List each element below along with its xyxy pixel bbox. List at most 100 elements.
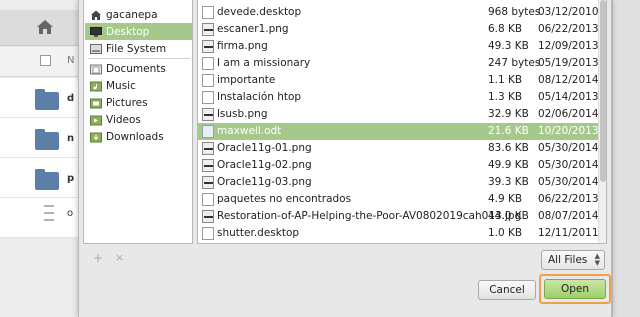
file-date: 12/09/2013 — [538, 40, 599, 52]
sidebar-item-label: Desktop — [106, 25, 150, 38]
file-date: 10/20/2013 — [538, 125, 599, 137]
image-icon — [202, 40, 214, 53]
file-chooser-dialog: gacanepa Desktop File System Documents M… — [78, 0, 612, 317]
sidebar-item-downloads[interactable]: Downloads — [85, 128, 192, 145]
pictures-folder-icon — [90, 98, 102, 108]
file-size: 1.1 KB — [488, 74, 523, 86]
file-name: escaner1.png — [217, 23, 289, 35]
text-file-icon — [202, 91, 214, 104]
file-date: 02/06/2014 — [538, 108, 599, 120]
file-size: 4.9 KB — [488, 193, 523, 205]
file-date: 06/22/2013 — [538, 193, 599, 205]
file-row[interactable]: Oracle11g-03.png 39.3 KB 05/30/2014 — [198, 174, 599, 191]
file-list-scrollbar[interactable] — [598, 0, 606, 243]
file-row[interactable]: shutter.desktop 1.0 KB 12/11/2011 — [198, 225, 599, 242]
sidebar-item-music[interactable]: Music — [85, 77, 192, 94]
file-date: 05/30/2014 — [538, 176, 599, 188]
desktop-icon — [90, 26, 102, 37]
file-row[interactable]: Oracle11g-01.png 83.6 KB 05/30/2014 — [198, 140, 599, 157]
file-row[interactable]: Restoration-of-AP-Helping-the-Poor-AV080… — [198, 208, 599, 225]
file-row[interactable]: lsusb.png 32.9 KB 02/06/2014 — [198, 106, 599, 123]
file-row[interactable]: escaner1.png 6.8 KB 06/22/2013 — [198, 21, 599, 38]
background-row-label: d — [67, 93, 75, 104]
file-row[interactable]: firma.png 49.3 KB 12/09/2013 — [198, 38, 599, 55]
scrollbar-thumb[interactable] — [600, 0, 606, 182]
sidebar-item-videos[interactable]: Videos — [85, 111, 192, 128]
image-icon — [202, 142, 214, 155]
text-file-icon — [202, 193, 214, 206]
remove-bookmark-button[interactable]: × — [115, 251, 124, 264]
folder-icon — [35, 129, 59, 150]
file-name: paquetes no encontrados — [217, 193, 352, 205]
file-row[interactable]: maxwell.odt 21.6 KB 10/20/2013 — [198, 123, 599, 140]
file-name: importante — [217, 74, 276, 86]
settings-lines-icon — [44, 205, 54, 221]
file-row[interactable]: paquetes no encontrados 4.9 KB 06/22/2013 — [198, 191, 599, 208]
sidebar-item-home[interactable]: gacanepa — [85, 6, 192, 23]
sidebar-separator — [88, 58, 190, 59]
image-icon — [202, 210, 214, 223]
home-icon[interactable] — [34, 17, 56, 37]
file-row[interactable]: importante 1.1 KB 08/12/2014 — [198, 72, 599, 89]
background-row-label: p — [67, 173, 75, 184]
sidebar-item-label: gacanepa — [106, 8, 158, 21]
file-type-filter-label: All Files — [548, 254, 588, 266]
file-date: 12/11/2011 — [538, 227, 599, 239]
file-name: devede.desktop — [217, 6, 302, 18]
file-name: lsusb.png — [217, 108, 268, 120]
harddisk-icon — [90, 43, 102, 54]
file-date: 08/07/2014 — [538, 210, 599, 222]
image-icon — [202, 23, 214, 36]
background-row-label: n — [67, 133, 75, 144]
file-row[interactable]: Oracle11g-02.png 49.9 KB 05/30/2014 — [198, 157, 599, 174]
home-icon — [91, 10, 101, 20]
add-bookmark-button[interactable]: + — [93, 251, 103, 265]
background-column-label: N — [67, 55, 75, 66]
select-all-checkbox[interactable] — [40, 55, 51, 66]
file-type-filter[interactable]: All Files ▲ ▼ — [541, 250, 605, 270]
folder-icon — [35, 169, 59, 190]
open-button[interactable]: Open — [544, 279, 606, 299]
file-row[interactable]: devede.desktop 968 bytes 03/12/2010 — [198, 4, 599, 21]
sidebar-item-label: File System — [106, 42, 167, 55]
sidebar-item-file-system[interactable]: File System — [85, 40, 192, 57]
file-size: 83.6 KB — [488, 142, 529, 154]
file-name: firma.png — [217, 40, 268, 52]
file-size: 49.3 KB — [488, 40, 529, 52]
file-size: 32.9 KB — [488, 108, 529, 120]
background-row-label: o — [67, 208, 74, 219]
folder-icon — [35, 89, 59, 110]
background-right-panel — [612, 0, 640, 317]
music-folder-icon — [90, 81, 102, 91]
file-size: 39.3 KB — [488, 176, 529, 188]
file-name: maxwell.odt — [217, 125, 282, 137]
sidebar-item-documents[interactable]: Documents — [85, 60, 192, 77]
file-name: Instalación htop — [217, 91, 302, 103]
file-row[interactable]: I am a missionary 247 bytes 05/19/2013 — [198, 55, 599, 72]
file-size: 6.8 KB — [488, 23, 523, 35]
file-date: 08/12/2014 — [538, 74, 599, 86]
sidebar-item-label: Music — [106, 79, 136, 92]
file-name: Oracle11g-01.png — [217, 142, 312, 154]
file-date: 06/22/2013 — [538, 23, 599, 35]
file-date: 05/19/2013 — [538, 57, 599, 69]
sidebar-item-label: Documents — [106, 62, 166, 75]
file-date: 05/30/2014 — [538, 142, 599, 154]
document-icon — [202, 125, 214, 138]
file-list: devede.desktop 968 bytes 03/12/2010 escaner… — [197, 0, 607, 244]
sidebar-item-desktop[interactable]: Desktop — [85, 23, 192, 40]
file-row[interactable]: Instalación htop 1.3 KB 05/14/2013 — [198, 89, 599, 106]
file-size: 247 bytes — [488, 57, 541, 69]
sidebar-item-pictures[interactable]: Pictures — [85, 94, 192, 111]
desktop-file-icon — [202, 6, 214, 19]
file-size: 1.3 KB — [488, 91, 523, 103]
file-name: Oracle11g-02.png — [217, 159, 312, 171]
file-name: Restoration-of-AP-Helping-the-Poor-AV080… — [217, 210, 522, 222]
file-size: 21.6 KB — [488, 125, 529, 137]
file-size: 44.0 KB — [488, 210, 529, 222]
chevron-updown-icon: ▲ ▼ — [594, 252, 600, 267]
cancel-button[interactable]: Cancel — [478, 280, 536, 300]
file-date: 05/30/2014 — [538, 159, 599, 171]
sidebar-item-label: Downloads — [106, 130, 164, 143]
file-name: shutter.desktop — [217, 227, 300, 239]
